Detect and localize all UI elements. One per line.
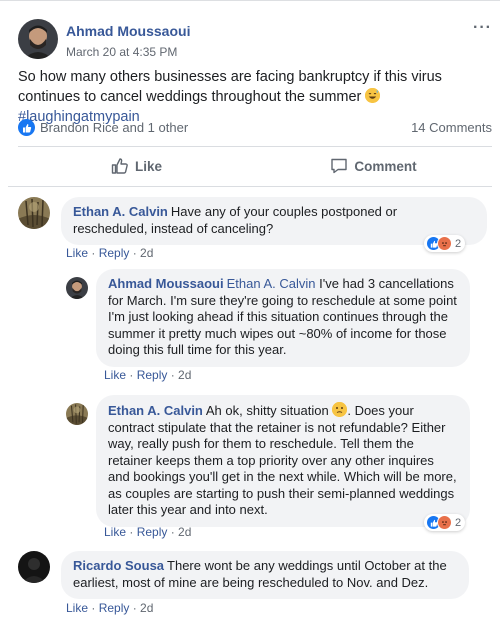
comment-bubble: Ricardo Sousa There wont be any weddings …: [61, 551, 469, 599]
reply-item: Ethan A. Calvin Ah ok, shitty situation .…: [66, 395, 470, 527]
comment-reply-link[interactable]: Reply: [137, 368, 168, 382]
author-avatar[interactable]: [18, 19, 58, 59]
comment-age[interactable]: 2d: [140, 601, 153, 615]
comment-meta: Like · Reply · 2d: [66, 246, 154, 260]
grimacing-emoji-icon: [332, 402, 348, 417]
comment-bubble: Ahmad Moussaoui Ethan A. Calvin I've had …: [96, 269, 470, 367]
comment-reply-link[interactable]: Reply: [99, 246, 130, 260]
comment-bubble: Ethan A. Calvin Ah ok, shitty situation .…: [96, 395, 470, 527]
comment-meta: Like · Reply · 2d: [104, 368, 192, 382]
comment-author[interactable]: Ethan A. Calvin: [108, 403, 203, 418]
thumbs-up-icon: [111, 158, 128, 174]
comment-age[interactable]: 2d: [178, 368, 191, 382]
angry-reaction-icon: [437, 236, 452, 251]
comment-reply-link[interactable]: Reply: [137, 525, 168, 539]
comment-like-link[interactable]: Like: [104, 368, 126, 382]
comment-button-label: Comment: [354, 158, 417, 174]
commenter-avatar[interactable]: [18, 551, 50, 583]
commenter-avatar[interactable]: [66, 277, 88, 299]
comment-text-a: Ah ok, shitty situation: [205, 403, 329, 418]
like-reaction-icon: [18, 119, 35, 136]
comment-button[interactable]: Comment: [255, 147, 492, 185]
commenter-avatar[interactable]: [66, 403, 88, 425]
comment-item: Ethan A. Calvin Have any of your couples …: [18, 197, 487, 245]
comment-meta: Like · Reply · 2d: [66, 601, 154, 615]
reaction-count: 2: [455, 516, 462, 529]
comment-author[interactable]: Ricardo Sousa: [73, 558, 164, 573]
angry-reaction-icon: [437, 515, 452, 530]
comment-like-link[interactable]: Like: [66, 246, 88, 260]
post-actions: Like Comment: [18, 147, 492, 185]
comment-item: Ricardo Sousa There wont be any weddings …: [18, 551, 469, 599]
post-body: So how many others businesses are facing…: [18, 67, 488, 127]
mention-link[interactable]: Ethan A. Calvin: [227, 276, 316, 291]
comment-like-link[interactable]: Like: [104, 525, 126, 539]
grinning-sweat-emoji-icon: [365, 88, 381, 103]
comment-author[interactable]: Ahmad Moussaoui: [108, 276, 224, 291]
comment-reactions[interactable]: 2: [424, 514, 466, 531]
reaction-count: 2: [455, 237, 462, 250]
comment-icon: [331, 158, 348, 174]
like-button[interactable]: Like: [18, 147, 255, 185]
comment-age[interactable]: 2d: [178, 525, 191, 539]
more-options-icon[interactable]: ···: [473, 19, 492, 37]
comment-reply-link[interactable]: Reply: [99, 601, 130, 615]
reply-item: Ahmad Moussaoui Ethan A. Calvin I've had …: [66, 269, 470, 367]
comment-bubble: Ethan A. Calvin Have any of your couples …: [61, 197, 487, 245]
post-author-name[interactable]: Ahmad Moussaoui: [66, 23, 190, 39]
comments-count[interactable]: 14 Comments: [411, 120, 492, 135]
post-timestamp[interactable]: March 20 at 4:35 PM: [66, 45, 190, 59]
comment-meta: Like · Reply · 2d: [104, 525, 192, 539]
comment-author[interactable]: Ethan A. Calvin: [73, 204, 168, 219]
divider: [8, 186, 492, 187]
comment-reactions[interactable]: 2: [424, 235, 466, 252]
like-button-label: Like: [134, 158, 162, 174]
reactors-text[interactable]: Brandon Rice and 1 other: [40, 120, 188, 135]
comment-age[interactable]: 2d: [140, 246, 153, 260]
comment-like-link[interactable]: Like: [66, 601, 88, 615]
reactions-summary-row: Brandon Rice and 1 other 14 Comments: [18, 119, 492, 136]
post-card: Ahmad Moussaoui March 20 at 4:35 PM ··· …: [0, 0, 500, 619]
post-header: Ahmad Moussaoui March 20 at 4:35 PM: [18, 19, 190, 59]
commenter-avatar[interactable]: [18, 197, 50, 229]
comment-text-b: . Does your contract stipulate that the …: [108, 403, 457, 517]
